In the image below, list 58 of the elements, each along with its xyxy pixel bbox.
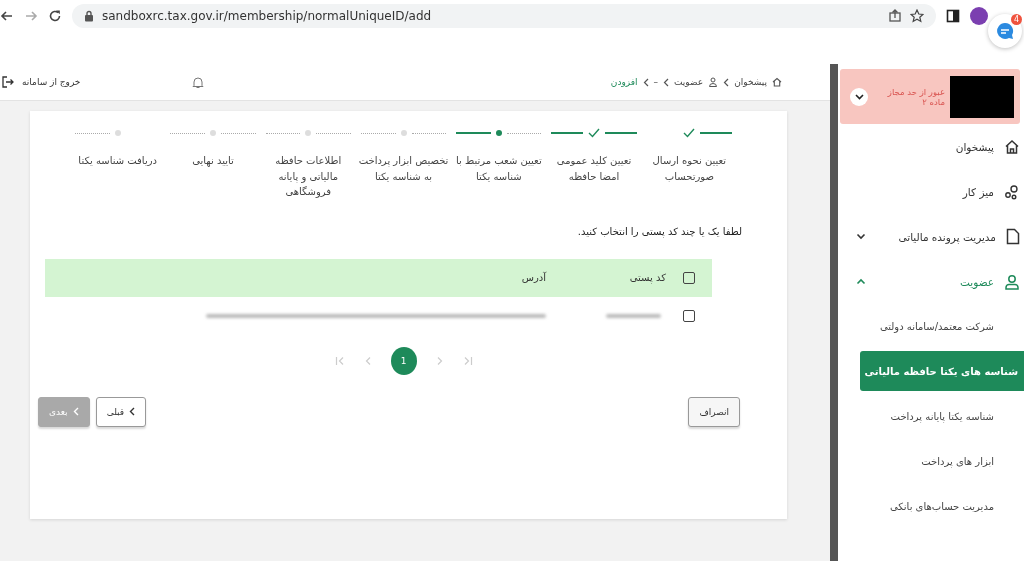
share-icon[interactable] <box>888 9 902 23</box>
breadcrumb-link[interactable]: – <box>653 77 658 87</box>
submenu-item[interactable]: ابزار های پرداخت <box>854 439 1020 484</box>
sidebar-item[interactable]: پیشخوان <box>838 124 1024 169</box>
breadcrumb-link[interactable]: پیشخوان <box>734 77 767 87</box>
caret-icon <box>72 407 79 416</box>
sidebar-toggle-icon[interactable] <box>946 9 960 23</box>
submenu-item[interactable]: شناسه های یکتا حافظه مالیاتی <box>860 351 1024 391</box>
warning-text: ماده ۲ <box>922 96 945 107</box>
sidebar-item[interactable]: عضویت <box>838 259 1024 304</box>
person-icon <box>1004 273 1020 290</box>
page-number[interactable]: 1 <box>390 346 417 375</box>
nodes-icon <box>1004 183 1020 200</box>
home-icon <box>772 77 782 87</box>
notification-badge: 4 <box>1010 14 1022 25</box>
home-icon <box>1004 138 1020 155</box>
column-header: کد پستی <box>628 272 666 283</box>
breadcrumb-link[interactable]: عضویت <box>674 77 704 87</box>
profile-avatar[interactable] <box>970 7 988 25</box>
warning-text: عبور از حد مجاز <box>887 86 945 97</box>
chevron-icon <box>642 77 649 87</box>
lock-icon <box>84 10 94 22</box>
blurred-text <box>606 313 661 318</box>
caret-icon <box>129 407 136 416</box>
chevron-down-icon[interactable] <box>856 233 866 240</box>
previous-button[interactable]: قبلی <box>95 396 147 427</box>
step-label: تخصیص ابزار پرداخت به شناسه یکتا <box>357 154 450 184</box>
person-icon <box>708 77 719 87</box>
submenu-item[interactable]: شرکت معتمد/سامانه دولتی <box>854 304 1020 349</box>
address-bar[interactable]: sandboxrc.tax.gov.ir/membership/normalUniqueID/add <box>72 4 936 28</box>
reload-icon[interactable] <box>48 9 62 23</box>
chat-bubble-icon <box>994 20 1016 42</box>
chevron-up-icon[interactable] <box>856 278 866 285</box>
file-icon <box>1006 228 1020 245</box>
submenu-item[interactable]: شناسه یکتا پایانه پرداخت <box>854 394 1020 439</box>
redaction-block <box>950 75 1014 118</box>
step-label: تعیین شعب مرتبط با شناسه یکتا <box>454 154 543 184</box>
select-all-checkbox[interactable] <box>683 271 695 284</box>
column-header: آدرس <box>520 272 548 283</box>
back-icon[interactable] <box>0 9 14 23</box>
step-label: دریافت شناسه یکتا <box>77 154 158 168</box>
step-label: تعیین نحوه ارسال صورتحساب <box>651 154 728 184</box>
step-label: تعیین کلید عمومی امضا حافظه <box>555 154 633 184</box>
chevron-down-icon[interactable] <box>850 87 868 106</box>
chevron-icon <box>723 77 730 87</box>
sidebar-item[interactable]: میز کار <box>838 169 1024 214</box>
cancel-button[interactable]: انصراف <box>688 396 740 427</box>
sidebar-item[interactable]: مدیریت پرونده مالیاتی <box>838 214 1024 259</box>
instruction-text: لطفا یک یا چند کد پستی را انتخاب کنید. <box>576 225 742 237</box>
row-checkbox[interactable] <box>683 309 695 322</box>
logout-icon[interactable] <box>2 76 14 88</box>
chevron-icon <box>663 77 669 87</box>
star-icon[interactable] <box>910 9 924 23</box>
submenu-item[interactable]: مدیریت حساب‌های بانکی <box>854 484 1020 529</box>
logout-link[interactable]: خروج از سامانه <box>22 77 81 87</box>
step-label: تایید نهایی <box>191 154 235 169</box>
notification-bell-icon[interactable] <box>192 75 205 89</box>
step-label: اطلاعات حافظه مالیاتی و پایانه فروشگاهی <box>274 154 343 200</box>
